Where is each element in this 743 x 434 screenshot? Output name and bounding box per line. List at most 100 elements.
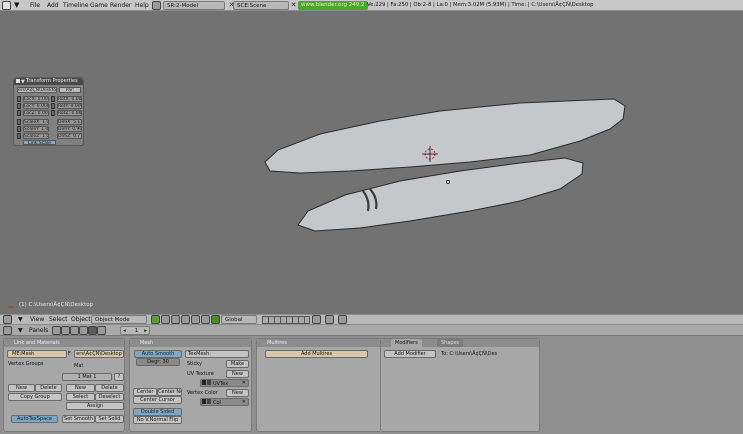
rotz-field[interactable]: RotZ: 0.000 — [57, 110, 82, 116]
mode-select[interactable]: Object Mode — [91, 315, 147, 324]
scale-icon[interactable] — [201, 315, 210, 324]
rotx-field[interactable]: RotX: 0.000 — [57, 96, 82, 102]
texmesh-field[interactable]: TexMesh: — [185, 350, 249, 358]
screen-field[interactable]: SR:2-Model — [163, 1, 225, 10]
mesh-datablock-field[interactable]: ME:Mesh — [7, 350, 67, 358]
multires-panel-title[interactable]: Multires — [257, 339, 381, 347]
mesh-panel-title[interactable]: Mesh — [130, 339, 251, 347]
menu-select[interactable]: Select — [49, 315, 68, 324]
center-new-button[interactable]: Center New — [157, 388, 182, 396]
lock-layers-icon[interactable] — [312, 315, 321, 324]
dimz-field[interactable]: DimZ: 0.778 — [57, 133, 82, 139]
buttons-collapse-icon[interactable]: ▼ — [18, 326, 23, 335]
material-assign-button[interactable]: Assign — [66, 402, 124, 410]
object-context-icon[interactable] — [79, 326, 88, 335]
buttons-window-icon[interactable] — [3, 326, 12, 335]
vertex-color-new-button[interactable]: New — [226, 389, 249, 397]
uvtex-render-icon[interactable] — [207, 380, 211, 385]
scaley-field[interactable]: ScaleY: 1.000 — [23, 126, 49, 132]
smooth-degree-field[interactable]: Degr: 30 — [136, 358, 180, 366]
menu-file[interactable]: File — [30, 1, 40, 10]
opengl-render-icon[interactable] — [338, 315, 347, 324]
rotz-lock-icon[interactable] — [51, 110, 55, 116]
orientation-select[interactable]: Global — [221, 315, 257, 324]
add-multires-button[interactable]: Add Multires — [265, 350, 368, 358]
screen-browse-icon[interactable] — [152, 1, 161, 10]
panel-collapse-icon[interactable]: ▼ — [21, 79, 25, 85]
object-name-field[interactable]: ers\Ä¢ÇÑ\Desktop — [17, 87, 57, 93]
material-select-button[interactable]: Select — [66, 393, 95, 401]
material-index-field[interactable]: 1 Mat 1 — [62, 373, 112, 381]
uvtex-active-icon[interactable] — [202, 380, 206, 385]
auto-smooth-toggle[interactable]: Auto Smooth — [134, 350, 182, 358]
menu-render[interactable]: Render — [110, 1, 131, 10]
scene-field[interactable]: SCE:Scene — [233, 1, 289, 10]
col-active-icon[interactable] — [202, 399, 206, 404]
menu-object[interactable]: Object — [71, 315, 91, 324]
frame-field[interactable]: ◂ 1 ▸ — [120, 326, 150, 335]
material-deselect-button[interactable]: Deselect — [95, 393, 124, 401]
menu-help[interactable]: Help — [135, 1, 149, 10]
copy-group-button[interactable]: Copy Group — [8, 393, 62, 401]
collapse-arrow-icon[interactable]: ▼ — [14, 1, 19, 10]
scene-close-icon[interactable]: ✕ — [289, 1, 298, 10]
add-modifier-button[interactable]: Add Modifier — [384, 350, 436, 358]
object-datablock-field[interactable]: ers\Ä¢ÇÑ\Desktop — [74, 350, 124, 358]
rotx-lock-icon[interactable] — [51, 96, 55, 102]
dimy-field[interactable]: DimY: 0.900 — [57, 126, 82, 132]
no-v-normal-flip-toggle[interactable]: No V.Normal Flip — [133, 416, 182, 424]
material-help-button[interactable]: ? — [114, 373, 124, 381]
render-preview-icon[interactable] — [325, 315, 334, 324]
locx-field[interactable]: LocX: 0.000 — [23, 96, 49, 102]
center-cursor-button[interactable]: Center Cursor — [133, 396, 182, 404]
pivot-icon[interactable] — [161, 315, 170, 324]
roty-lock-icon[interactable] — [51, 103, 55, 109]
header-collapse-icon[interactable]: ▼ — [18, 315, 23, 324]
translate-icon[interactable] — [181, 315, 190, 324]
vgroup-new-button[interactable]: New — [8, 384, 35, 392]
link-materials-title[interactable]: Link and Materials — [4, 339, 124, 347]
uvtex-delete-icon[interactable]: ✕ — [242, 380, 246, 386]
set-solid-button[interactable]: Set Solid — [95, 415, 124, 423]
double-sided-toggle[interactable]: Double Sided — [133, 408, 182, 416]
menu-game[interactable]: Game — [90, 1, 108, 10]
draw-type-icon[interactable] — [151, 315, 160, 324]
col-render-icon[interactable] — [207, 399, 211, 404]
uvtex-layer[interactable]: UVTex ✕ — [200, 379, 249, 387]
website-badge[interactable]: www.blender.org 249.2 — [298, 1, 368, 10]
set-smooth-button[interactable]: Set Smooth — [62, 415, 95, 423]
tab-modifiers[interactable]: Modifiers — [391, 339, 422, 347]
menu-add[interactable]: Add — [47, 1, 59, 10]
locy-field[interactable]: LocY: 0.000 — [23, 103, 49, 109]
window-type-icon[interactable] — [2, 1, 11, 10]
roty-field[interactable]: RotY: 0.000 — [57, 103, 82, 109]
center-button[interactable]: Center — [133, 388, 157, 396]
material-new-button[interactable]: New — [66, 384, 95, 392]
sticky-make-button[interactable]: Make — [226, 360, 249, 368]
manipulator-toggle-icon[interactable] — [171, 315, 180, 324]
menu-view[interactable]: View — [30, 315, 44, 324]
scalez-lock-icon[interactable] — [17, 133, 21, 139]
vgroup-delete-button[interactable]: Delete — [35, 384, 62, 392]
panel-close-icon[interactable] — [16, 79, 20, 83]
menu-timeline[interactable]: Timeline — [63, 1, 89, 10]
3d-viewport[interactable]: (1) C:\Users\Ä¢ÇÑ\Desktop — [0, 11, 743, 314]
dimx-field[interactable]: DimX: 5.135 — [57, 119, 82, 125]
locy-lock-icon[interactable] — [17, 103, 21, 109]
locx-lock-icon[interactable] — [17, 96, 21, 102]
fake-user-label[interactable]: F — [68, 351, 71, 357]
logic-context-icon[interactable] — [52, 326, 61, 335]
scalex-lock-icon[interactable] — [17, 119, 21, 125]
parent-field[interactable]: Par: — [59, 87, 81, 93]
editing-context-icon[interactable] — [88, 326, 97, 335]
locz-lock-icon[interactable] — [17, 110, 21, 116]
shading-context-icon[interactable] — [70, 326, 79, 335]
layer-sync-icon[interactable] — [211, 315, 220, 324]
uv-texture-new-button[interactable]: New — [226, 370, 249, 378]
col-delete-icon[interactable]: ✕ — [242, 399, 246, 405]
locz-field[interactable]: LocZ: 0.000 — [23, 110, 49, 116]
scene-context-icon[interactable] — [97, 326, 106, 335]
layer-buttons[interactable] — [262, 316, 310, 324]
col-layer[interactable]: Col ✕ — [200, 398, 249, 406]
view-type-icon[interactable] — [3, 315, 12, 324]
